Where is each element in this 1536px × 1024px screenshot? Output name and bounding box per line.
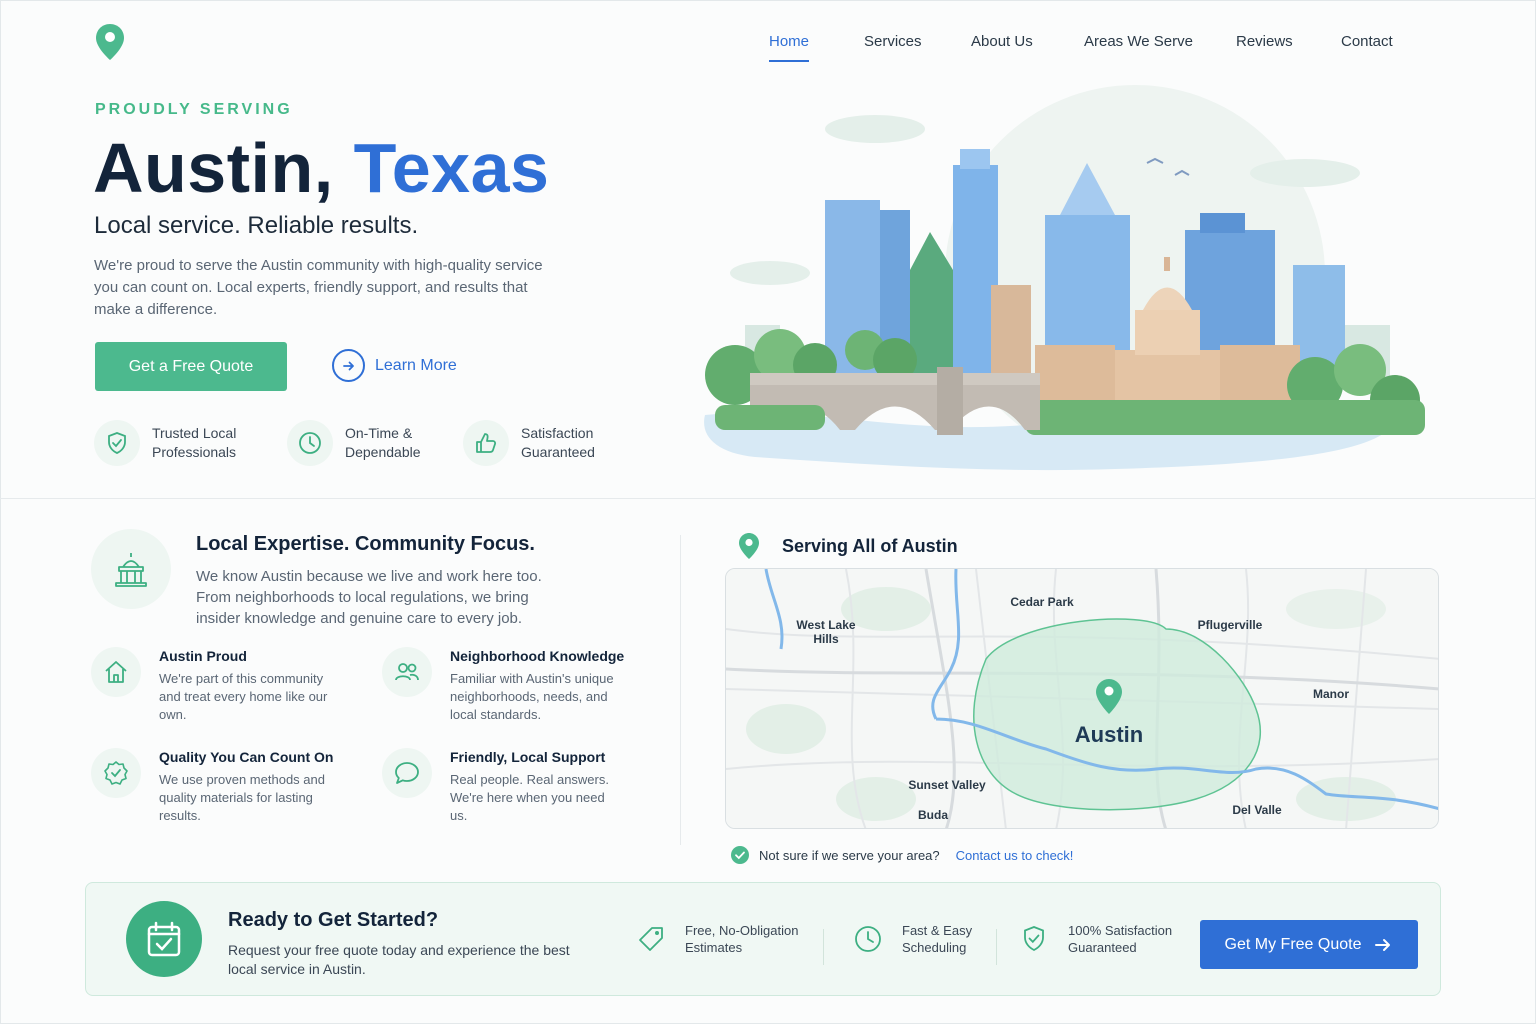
- cta-banner: Ready to Get Started? Request your free …: [85, 882, 1441, 996]
- clock-icon: [848, 919, 888, 959]
- chat-bubble-icon: [382, 748, 432, 798]
- cta-feature-label: 100% Satisfaction Guaranteed: [1068, 923, 1173, 955]
- expertise-title: Local Expertise. Community Focus.: [196, 533, 535, 555]
- cta-feature-satisfaction: 100% Satisfaction Guaranteed: [1014, 919, 1188, 959]
- map-pin-icon: [739, 533, 759, 559]
- learn-more-label: Learn More: [375, 356, 457, 374]
- map-canvas: West Lake Hills Cedar Park Pflugerville …: [726, 569, 1438, 828]
- feature-austin-proud: Austin Proud We're part of this communit…: [91, 647, 334, 724]
- get-my-free-quote-label: Get My Free Quote: [1224, 935, 1362, 953]
- hero-tagline: Local service. Reliable results.: [94, 212, 419, 239]
- badge-trusted-label: Trusted Local Professionals: [152, 425, 237, 460]
- cta-title: Ready to Get Started?: [228, 909, 439, 931]
- logo-pin-icon[interactable]: [94, 22, 126, 62]
- map-note-text: Not sure if we serve your area?: [759, 847, 940, 863]
- section-divider: [0, 498, 1536, 499]
- clock-icon: [287, 420, 333, 466]
- badge-check-icon: [91, 748, 141, 798]
- home-icon: [91, 647, 141, 697]
- get-my-free-quote-button[interactable]: Get My Free Quote: [1200, 920, 1418, 969]
- badge-on-time-label: On-Time & Dependable: [345, 425, 421, 460]
- feature-text: We're part of this community and treat e…: [159, 671, 328, 722]
- nav-services[interactable]: Services: [864, 30, 922, 60]
- feature-text: Familiar with Austin's unique neighborho…: [450, 671, 614, 722]
- feature-title: Neighborhood Knowledge: [450, 648, 625, 664]
- map-label-cedar-park: Cedar Park: [1010, 595, 1074, 609]
- shield-check-icon: [94, 420, 140, 466]
- austin-skyline-illustration: [704, 85, 1425, 471]
- badge-on-time: On-Time & Dependable: [287, 420, 455, 466]
- calendar-check-icon: [126, 901, 202, 977]
- map-title: Serving All of Austin: [782, 535, 958, 556]
- cta-feature-label: Fast & Easy Scheduling: [902, 923, 973, 955]
- arrow-right-icon: [1375, 938, 1391, 951]
- contact-check-link[interactable]: Contact us to check!: [956, 848, 1074, 863]
- feature-title: Friendly, Local Support: [450, 749, 606, 765]
- map-label-manor: Manor: [1313, 687, 1349, 701]
- feature-quality: Quality You Can Count On We use proven m…: [91, 748, 334, 825]
- map-label-sunset-valley: Sunset Valley: [908, 778, 986, 792]
- feature-text: We use proven methods and quality materi…: [159, 772, 325, 823]
- feature-title: Quality You Can Count On: [159, 749, 334, 765]
- nav-about-us[interactable]: About Us: [971, 30, 1033, 60]
- hero-title-city: Austin,: [93, 129, 334, 207]
- badge-satisfaction: Satisfaction Guaranteed: [463, 420, 631, 466]
- learn-more-link[interactable]: Learn More: [332, 349, 457, 382]
- expertise-description: We know Austin because we live and work …: [196, 568, 542, 627]
- badge-trusted: Trusted Local Professionals: [94, 420, 262, 466]
- map-label-buda: Buda: [918, 808, 948, 822]
- map-label-del-valle: Del Valle: [1232, 803, 1282, 817]
- service-area-map[interactable]: West Lake Hills Cedar Park Pflugerville …: [725, 568, 1439, 829]
- svg-text:Hills: Hills: [813, 632, 839, 646]
- feature-neighborhood-knowledge: Neighborhood Knowledge Familiar with Aus…: [382, 647, 625, 724]
- map-header: Serving All of Austin: [738, 532, 958, 560]
- nav-contact[interactable]: Contact: [1341, 30, 1393, 60]
- map-label-austin: Austin: [1075, 722, 1143, 747]
- get-free-quote-button[interactable]: Get a Free Quote: [95, 342, 287, 391]
- nav-reviews[interactable]: Reviews: [1236, 30, 1293, 60]
- feature-title: Austin Proud: [159, 648, 247, 664]
- cta-description: Request your free quote today and experi…: [228, 942, 570, 977]
- shield-check-icon: [1014, 919, 1054, 959]
- feature-friendly-support: Friendly, Local Support Real people. Rea…: [382, 748, 625, 825]
- feature-text: Real people. Real answers. We're here wh…: [450, 772, 609, 823]
- hero-title-state: Texas: [353, 129, 550, 207]
- cta-feature-label: Free, No-Obligation Estimates: [685, 923, 799, 955]
- tag-icon: [631, 919, 671, 959]
- nav-areas-we-serve[interactable]: Areas We Serve: [1084, 30, 1193, 60]
- users-icon: [382, 647, 432, 697]
- hero-eyebrow: PROUDLY SERVING: [95, 101, 293, 118]
- cta-separator: [823, 929, 824, 965]
- cta-separator: [996, 929, 997, 965]
- check-circle-icon: [731, 846, 749, 864]
- hero-title: Austin, Texas: [93, 128, 549, 208]
- map-label-pflugerville: Pflugerville: [1198, 618, 1263, 632]
- column-divider: [680, 535, 681, 845]
- nav-home[interactable]: Home: [769, 30, 810, 62]
- hero-description: We're proud to serve the Austin communit…: [94, 257, 543, 318]
- badge-satisfaction-label: Satisfaction Guaranteed: [521, 425, 595, 460]
- cta-feature-free-estimates: Free, No-Obligation Estimates: [631, 919, 805, 959]
- capitol-icon: [91, 529, 171, 609]
- arrow-right-icon: [332, 349, 365, 382]
- map-note: Not sure if we serve your area? Contact …: [731, 846, 1073, 864]
- map-label-west-lake-hills: West Lake: [796, 618, 855, 632]
- thumbs-up-icon: [463, 420, 509, 466]
